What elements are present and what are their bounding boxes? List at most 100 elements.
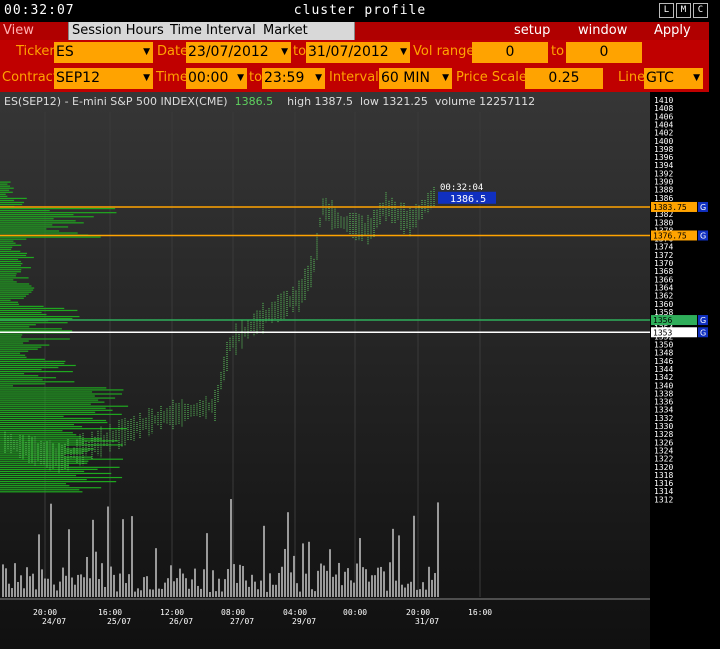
tab-time-interval[interactable]: Time Interval	[167, 22, 261, 40]
time-from-select[interactable]: 00:00 ▼	[186, 68, 247, 89]
title-bar: 00:32:07 cluster profile L M C	[0, 0, 720, 22]
high-value: high 1387.5	[287, 95, 354, 108]
volume-bar	[59, 581, 61, 597]
volume-bar	[125, 583, 127, 597]
volume-bar	[218, 578, 220, 597]
date-to-select[interactable]: 31/07/2012 ▼	[306, 42, 410, 63]
line-value: GTC	[646, 70, 674, 86]
volume-bar	[152, 589, 154, 597]
volume-profile-bar	[0, 334, 23, 336]
volume-profile-bar	[0, 260, 21, 263]
volume-profile-bar	[0, 271, 21, 273]
volume-profile-bar	[0, 328, 62, 330]
volume-bar	[290, 572, 292, 597]
tab-session-hours[interactable]: Session Hours	[69, 22, 168, 40]
last-price: 1386.5	[234, 95, 274, 108]
volume-bar	[20, 575, 22, 597]
volume-bar	[236, 582, 238, 597]
volume-bar	[203, 569, 205, 597]
volume-bar	[389, 562, 391, 597]
volume-profile-bar	[0, 442, 85, 444]
volume-profile-bar	[0, 362, 65, 365]
chart-area[interactable]: 1410 1408 1406 1404 1402 1400 1398 1396 1394 1392…	[0, 92, 709, 649]
tab-market-watch[interactable]: Market Watch	[260, 22, 355, 56]
time-to-value: 23:59	[264, 70, 305, 86]
volume-bar	[164, 582, 166, 597]
volume-bar	[215, 591, 217, 597]
volume-bar	[365, 569, 367, 597]
volume-bar	[101, 563, 103, 597]
volume-profile-bar	[0, 466, 120, 468]
volume-profile-bar	[0, 421, 108, 424]
volume-profile-bar	[0, 220, 76, 222]
m-button[interactable]: M	[676, 3, 691, 18]
volume-bar	[410, 581, 412, 597]
volume-profile-bar	[0, 191, 13, 193]
volume-profile-bar	[0, 370, 73, 373]
volume-profile-bar	[0, 250, 21, 252]
time-tick-label: 20:00	[33, 608, 57, 617]
date-tick-label: 26/07	[169, 617, 193, 626]
volume-bar	[212, 570, 214, 597]
vol-from-input[interactable]: 0	[472, 42, 548, 63]
volume-bar	[287, 512, 289, 597]
window-title: cluster profile	[293, 3, 427, 18]
window-button[interactable]: window	[578, 22, 627, 40]
vol-to-input[interactable]: 0	[566, 42, 642, 63]
volume-profile-bar	[0, 489, 80, 491]
chevron-down-icon: ▼	[315, 73, 322, 83]
volume-profile-bar	[0, 456, 92, 458]
volume-bar	[119, 573, 121, 597]
c-button[interactable]: C	[693, 3, 708, 18]
price-scale-input[interactable]: 0.25	[525, 68, 603, 89]
current-price-label: 1386.5	[450, 194, 486, 205]
volume-profile-bar	[0, 256, 34, 259]
volume-bar	[14, 563, 16, 597]
volume-bar	[308, 541, 310, 597]
volume-profile-bar	[0, 287, 35, 289]
volume-bar	[386, 590, 388, 597]
date-from-select[interactable]: 23/07/2012 ▼	[186, 42, 291, 63]
setup-button[interactable]: setup	[514, 22, 550, 40]
volume-bar	[53, 584, 55, 597]
volume-bar	[92, 519, 94, 597]
volume-profile-bar	[0, 391, 93, 393]
level-tag-label: G	[700, 328, 706, 337]
time-to-select[interactable]: 23:59 ▼	[262, 68, 325, 89]
volume-profile-bar	[0, 326, 30, 328]
apply-button[interactable]: Apply	[654, 22, 691, 40]
chart-canvas[interactable]: 1410140814061404140214001398139613941392…	[0, 92, 709, 649]
l-button[interactable]: L	[659, 3, 674, 18]
volume-bar	[380, 566, 382, 597]
volume-bar	[128, 574, 130, 597]
contract-value: SEP12	[56, 70, 100, 86]
volume-bar	[83, 577, 85, 597]
menu-bar: View DOM Session Hours Time Interval Mar…	[0, 22, 709, 56]
volume-profile-bar	[0, 187, 14, 189]
volume-profile-bar	[0, 193, 6, 195]
volume-profile-bar	[0, 279, 14, 281]
volume-profile-bar	[0, 373, 25, 375]
contract-select[interactable]: SEP12 ▼	[54, 68, 153, 89]
volume-profile-bar	[0, 348, 38, 350]
line-select[interactable]: GTC ▼	[644, 68, 703, 89]
volume-bar	[401, 584, 403, 597]
volume-bar	[398, 535, 400, 597]
volume-bar	[362, 567, 364, 597]
tab-view-dom[interactable]: View DOM	[0, 22, 69, 56]
volume-bar	[269, 573, 271, 597]
volume-bar	[47, 578, 49, 597]
volume-profile-bar	[0, 295, 27, 297]
volume-bar	[8, 583, 10, 597]
volume-profile-bar	[0, 428, 128, 430]
volume-bar	[110, 566, 112, 597]
volume-bar	[413, 515, 415, 597]
volume-bar	[146, 576, 148, 597]
volume-bar	[74, 584, 76, 597]
volume-bar	[338, 562, 340, 597]
ticker-select[interactable]: ES ▼	[54, 42, 153, 63]
volume-bar	[56, 590, 58, 597]
volume-bar	[98, 579, 100, 597]
volume-profile-bar	[0, 481, 117, 483]
interval-select[interactable]: 60 MIN ▼	[379, 68, 452, 89]
